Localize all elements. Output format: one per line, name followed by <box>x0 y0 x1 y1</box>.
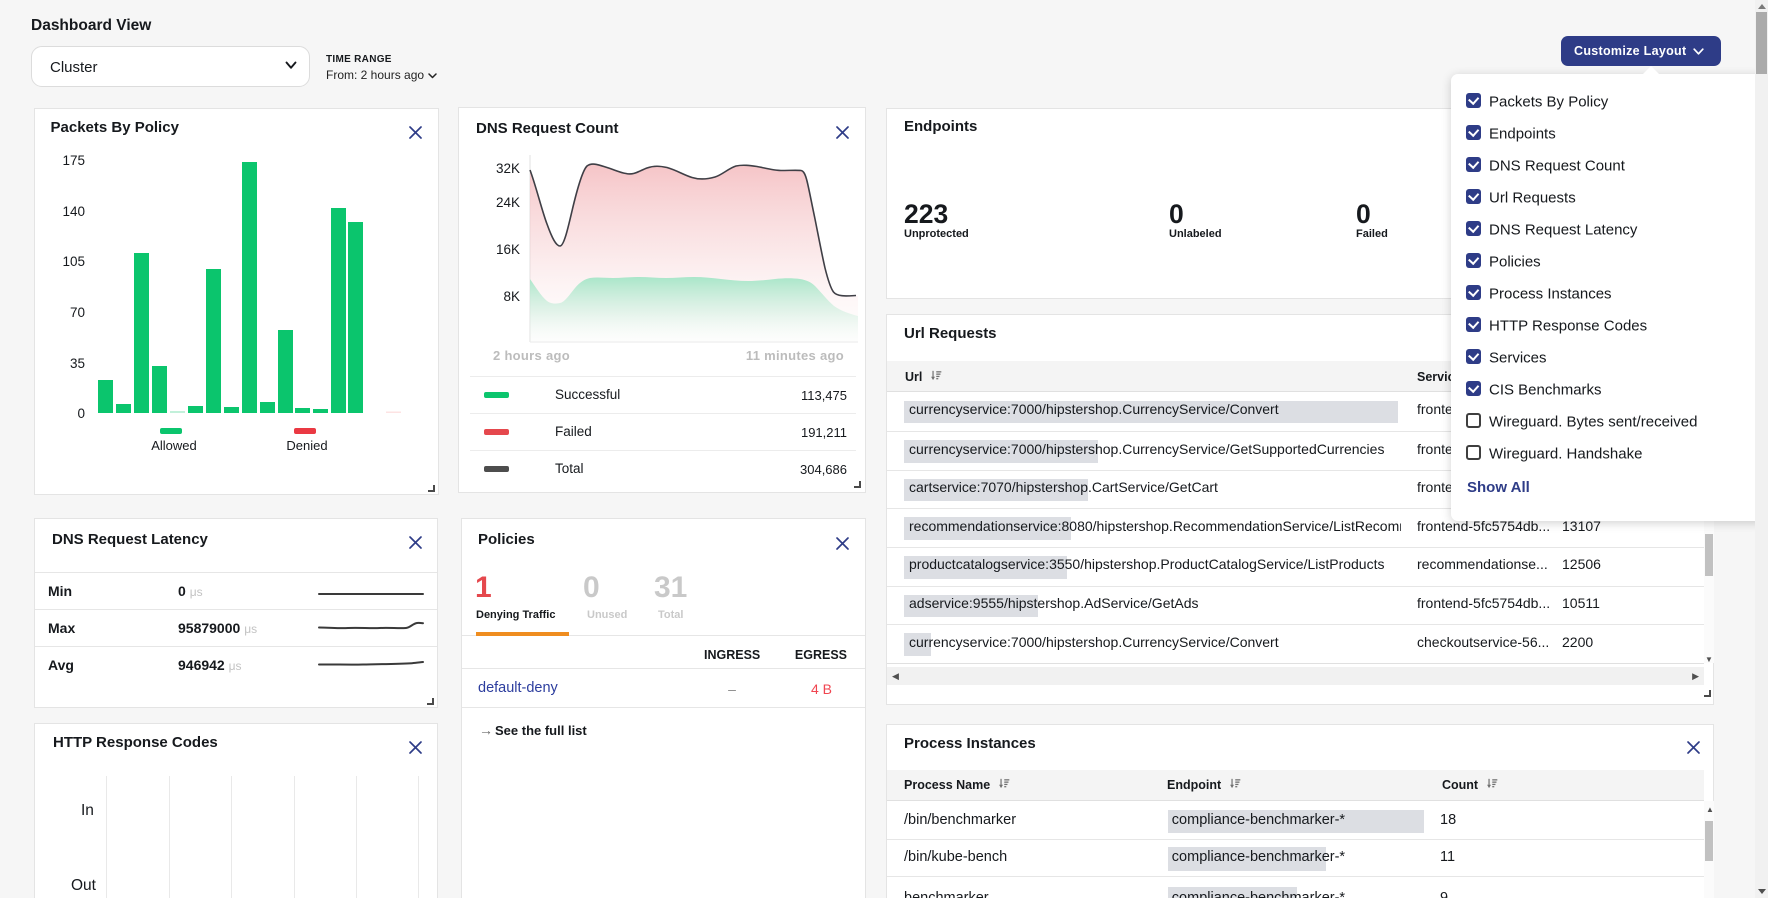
svg-text:24K: 24K <box>496 195 520 210</box>
svg-text:140: 140 <box>62 204 85 219</box>
svg-text:70: 70 <box>70 305 85 320</box>
svg-text:2 hours ago: 2 hours ago <box>493 348 570 363</box>
svg-text:Denied: Denied <box>286 438 327 453</box>
svg-text:8K: 8K <box>503 289 520 304</box>
svg-text:11 minutes ago: 11 minutes ago <box>746 348 844 363</box>
svg-text:35: 35 <box>70 356 85 371</box>
svg-text:105: 105 <box>62 254 85 269</box>
svg-text:0: 0 <box>77 406 85 421</box>
svg-text:16K: 16K <box>496 242 520 257</box>
svg-text:175: 175 <box>62 153 85 168</box>
svg-text:Allowed: Allowed <box>151 438 197 453</box>
svg-text:32K: 32K <box>496 161 520 176</box>
